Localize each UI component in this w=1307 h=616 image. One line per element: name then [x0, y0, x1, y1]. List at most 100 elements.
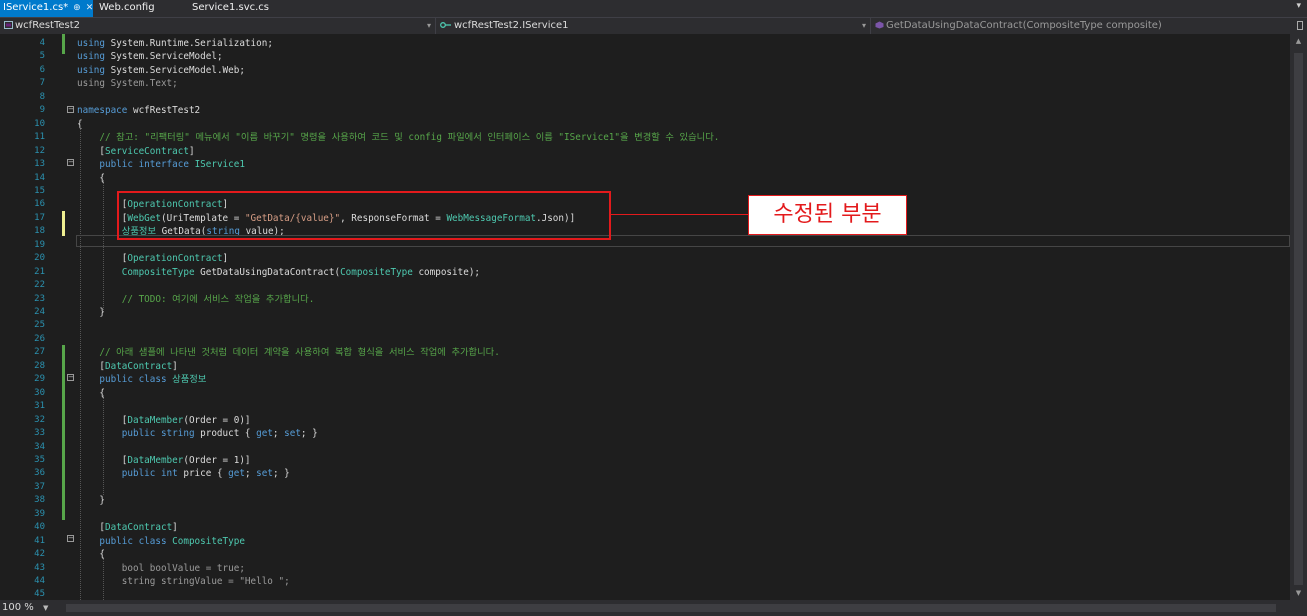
code-line[interactable]: 40 [DataContract]	[0, 521, 1290, 534]
scroll-up-icon[interactable]: ▲	[1290, 37, 1307, 45]
code-token: composite);	[412, 266, 481, 278]
code-text[interactable]: }	[77, 494, 105, 507]
code-text[interactable]: {	[77, 172, 105, 185]
scroll-down-icon[interactable]: ▼	[1290, 589, 1307, 597]
code-text[interactable]: {	[77, 387, 105, 400]
code-line[interactable]: 21 CompositeType GetDataUsingDataContrac…	[0, 266, 1290, 279]
code-token: System.Runtime.Serialization;	[105, 38, 273, 49]
code-line[interactable]: 5 using System.ServiceModel;	[0, 50, 1290, 63]
horizontal-scrollbar[interactable]	[66, 604, 1276, 612]
code-line[interactable]: 20 [OperationContract]	[0, 252, 1290, 265]
code-text[interactable]: CompositeType GetDataUsingDataContract(C…	[77, 266, 480, 279]
code-text[interactable]: public class 상품정보	[77, 373, 206, 386]
code-text[interactable]: {	[77, 548, 105, 561]
code-editor[interactable]: 4 using System.Runtime.Serialization; 5 usi…	[0, 34, 1290, 598]
code-line[interactable]: 28 [DataContract]	[0, 360, 1290, 373]
collapse-class-toggle[interactable]: −	[67, 374, 74, 381]
code-line[interactable]: 37	[0, 481, 1290, 494]
code-line[interactable]: 33 public string product { get; set; }	[0, 427, 1290, 440]
zoom-level[interactable]: 100 %	[2, 601, 34, 615]
line-number: 35	[34, 454, 45, 465]
scroll-thumb[interactable]	[1294, 53, 1303, 585]
code-line[interactable]: 24 }	[0, 306, 1290, 319]
type-name: wcfRestTest2.IService1	[454, 20, 569, 31]
tab-service1-svc[interactable]: Service1.svc.cs	[189, 0, 309, 17]
code-line[interactable]: 26	[0, 333, 1290, 346]
code-token: bool boolValue = true;	[121, 562, 245, 574]
collapse-namespace-toggle[interactable]: −	[67, 106, 74, 113]
code-text[interactable]: [DataContract]	[77, 360, 178, 373]
code-text[interactable]: public interface IService1	[77, 158, 245, 171]
code-text[interactable]: [ServiceContract]	[77, 145, 194, 158]
code-text[interactable]: [OperationContract]	[77, 252, 228, 265]
pin-icon[interactable]: ⊕	[73, 0, 81, 16]
code-line[interactable]: 13 public interface IService1	[0, 158, 1290, 171]
code-line[interactable]: 14 {	[0, 172, 1290, 185]
line-number: 28	[34, 360, 45, 371]
code-line[interactable]: 30 {	[0, 387, 1290, 400]
code-line[interactable]: 38 }	[0, 494, 1290, 507]
tab-iservice1[interactable]: IService1.cs* ⊕ ✕	[0, 0, 93, 17]
code-line[interactable]: 34	[0, 441, 1290, 454]
code-token: // 아래 샘플에 나타낸 것처럼 데이터 계약을 사용하여 복합 형식을 서비…	[99, 347, 500, 359]
project-dropdown[interactable]: wcfRestTest2 ▾	[0, 18, 436, 34]
code-line[interactable]: 9 namespace wcfRestTest2	[0, 104, 1290, 117]
code-line[interactable]: 36 public int price { get; set; }	[0, 467, 1290, 480]
code-text[interactable]: public int price { get; set; }	[77, 467, 290, 480]
chevron-down-icon: ▾	[861, 21, 866, 30]
line-number: 23	[34, 293, 45, 304]
split-window-icon[interactable]	[1297, 21, 1303, 30]
code-line[interactable]: 31	[0, 400, 1290, 413]
code-text[interactable]: }	[77, 306, 105, 319]
tab-overflow-dropdown-icon[interactable]: ▾	[1296, 1, 1301, 11]
collapse-class-toggle[interactable]: −	[67, 535, 74, 542]
code-text[interactable]: // TODO: 여기에 서비스 작업을 추가합니다.	[77, 293, 315, 306]
type-dropdown[interactable]: wcfRestTest2.IService1 ▾	[436, 18, 871, 34]
code-token: ServiceContract	[105, 145, 189, 157]
code-line[interactable]: 27 // 아래 샘플에 나타낸 것처럼 데이터 계약을 사용하여 복합 형식을…	[0, 346, 1290, 359]
code-text[interactable]: public string product { get; set; }	[77, 427, 318, 440]
close-icon[interactable]: ✕	[86, 0, 94, 16]
code-line[interactable]: 32 [DataMember(Order = 0)]	[0, 414, 1290, 427]
collapse-interface-toggle[interactable]: −	[67, 159, 74, 166]
code-text[interactable]: public class CompositeType	[77, 535, 245, 548]
code-line[interactable]: 23 // TODO: 여기에 서비스 작업을 추가합니다.	[0, 293, 1290, 306]
member-dropdown[interactable]: GetDataUsingDataContract(CompositeType c…	[871, 18, 1307, 34]
code-line[interactable]: 35 [DataMember(Order = 1)]	[0, 454, 1290, 467]
code-text[interactable]: using System.Text;	[77, 77, 178, 90]
code-line[interactable]: 10{	[0, 118, 1290, 131]
code-line[interactable]: 45	[0, 588, 1290, 598]
code-line[interactable]: 43 bool boolValue = true;	[0, 562, 1290, 575]
code-text[interactable]: using System.Runtime.Serialization;	[77, 37, 273, 50]
code-line[interactable]: 41 public class CompositeType	[0, 535, 1290, 548]
code-line[interactable]: 25	[0, 319, 1290, 332]
vertical-scrollbar[interactable]: ▲ ▼	[1290, 34, 1307, 600]
code-line[interactable]: 22	[0, 279, 1290, 292]
line-number: 7	[39, 78, 45, 89]
code-line[interactable]: 6 using System.ServiceModel.Web;	[0, 64, 1290, 77]
code-line[interactable]: 11 // 참고: "리팩터링" 메뉴에서 "이름 바꾸기" 명령을 사용하여 …	[0, 131, 1290, 144]
code-line[interactable]: 29 public class 상품정보	[0, 373, 1290, 386]
code-token: [	[77, 145, 105, 157]
code-line[interactable]: 8	[0, 91, 1290, 104]
code-line[interactable]: 12 [ServiceContract]	[0, 145, 1290, 158]
code-text[interactable]: // 아래 샘플에 나타낸 것처럼 데이터 계약을 사용하여 복합 형식을 서비…	[77, 346, 500, 359]
code-line[interactable]: 7 using System.Text;	[0, 77, 1290, 90]
code-token: set	[256, 468, 273, 480]
line-number: 32	[34, 414, 45, 425]
code-line[interactable]: 4 using System.Runtime.Serialization;	[0, 37, 1290, 50]
code-text[interactable]: [DataContract]	[77, 521, 177, 534]
code-text[interactable]: // 참고: "리팩터링" 메뉴에서 "이름 바꾸기" 명령을 사용하여 코드 …	[77, 131, 719, 144]
indent-guide	[103, 395, 104, 495]
zoom-dropdown-icon[interactable]: ▼	[43, 601, 48, 615]
code-token: ]	[172, 360, 178, 372]
code-line[interactable]: 42 {	[0, 548, 1290, 561]
tab-web-config[interactable]: Web.config	[96, 0, 186, 17]
code-line[interactable]: 44 string stringValue = "Hello ";	[0, 575, 1290, 588]
code-text[interactable]: using System.ServiceModel.Web;	[77, 64, 245, 77]
code-line[interactable]: 39	[0, 508, 1290, 521]
code-text[interactable]: namespace wcfRestTest2	[77, 104, 200, 117]
code-text[interactable]: string stringValue = "Hello ";	[77, 575, 290, 588]
code-token: wcfRestTest2	[127, 105, 201, 117]
code-text[interactable]: using System.ServiceModel;	[77, 50, 223, 63]
